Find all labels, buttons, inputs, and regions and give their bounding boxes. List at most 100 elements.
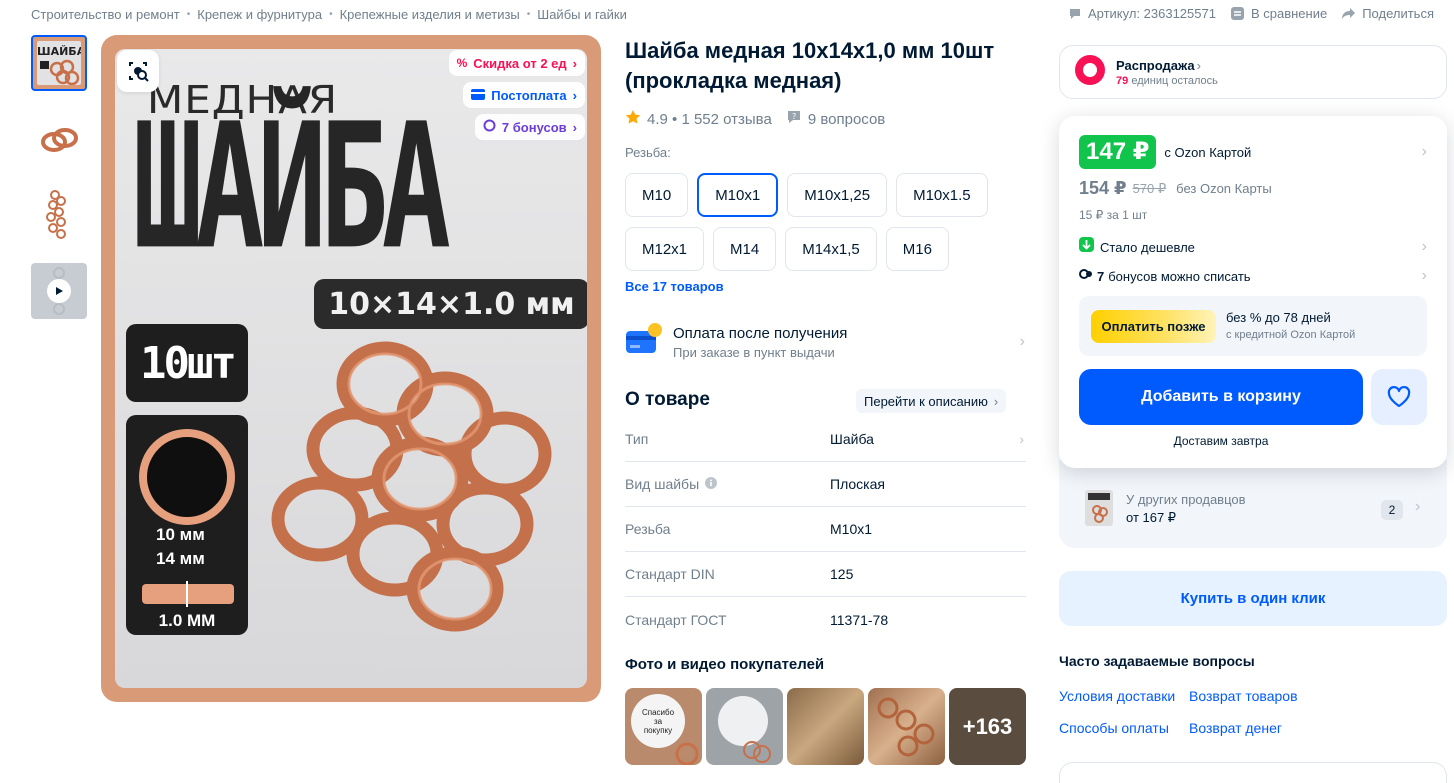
faq-link[interactable]: Способы оплаты xyxy=(1059,720,1189,736)
bonus-row[interactable]: 7 бонусов можно списать › xyxy=(1079,267,1427,285)
property-value: 125 xyxy=(830,566,854,582)
promo-discount-badge[interactable]: % Скидка от 2 ед › xyxy=(448,50,585,76)
property-row: Стандарт DIN 125 xyxy=(625,552,1026,597)
product-image-canvas: МЕДНАЯ ШАЙБА 10×14×1.0 мм 10шт 10 мм 14 … xyxy=(115,49,587,688)
credit-card-icon xyxy=(625,321,663,364)
variant-chip[interactable]: M10x1.5 xyxy=(896,173,988,217)
compare-icon xyxy=(1230,6,1245,21)
info-icon[interactable] xyxy=(705,476,718,492)
variant-chip-selected[interactable]: M10x1 xyxy=(697,173,779,217)
other-sellers-panel[interactable]: У других продавцов от 167 ₽ 2 › xyxy=(1059,460,1447,548)
favorite-button[interactable] xyxy=(1371,369,1427,425)
customer-photo[interactable] xyxy=(706,688,783,765)
price-drop-row[interactable]: Стало дешевле › xyxy=(1079,237,1427,257)
chevron-right-icon: › xyxy=(1415,498,1421,515)
washers-icon xyxy=(40,59,80,85)
breadcrumb-item[interactable]: Крепеж и фурнитура xyxy=(197,7,322,22)
more-photos-tile[interactable]: +163 xyxy=(949,688,1026,765)
rating-row[interactable]: 4.9 • 1 552 отзыва ? 9 вопросов xyxy=(625,109,885,129)
properties-table: Тип Шайба › Вид шайбы Плоская Резьба M10… xyxy=(625,417,1026,642)
chevron-right-icon: › xyxy=(572,55,577,71)
bonus-count: 7 xyxy=(1097,268,1105,284)
pay-later-button[interactable]: Оплатить позже xyxy=(1091,310,1216,343)
questions-link[interactable]: 9 вопросов xyxy=(808,111,885,128)
property-row: Резьба M10x1 xyxy=(625,507,1026,552)
all-items-link[interactable]: Все 17 товаров xyxy=(625,279,724,294)
faq-link[interactable]: Возврат товаров xyxy=(1189,688,1339,704)
top-actions: Артикул: 2363125571 В сравнение Поделить… xyxy=(1068,6,1434,21)
image-search-button[interactable] xyxy=(117,50,159,92)
faq-links: Условия доставки Возврат товаров Способы… xyxy=(1059,688,1339,736)
regular-price: 154 ₽ xyxy=(1079,178,1127,198)
thumbnail-2[interactable] xyxy=(31,111,87,167)
about-heading: О товаре xyxy=(625,389,710,410)
chevron-right-icon: › xyxy=(1421,238,1427,255)
heart-icon xyxy=(1387,386,1411,408)
unit-price: 15 ₽ за 1 шт xyxy=(1079,208,1148,222)
promo-postpay-badge[interactable]: Постоплата › xyxy=(463,82,585,108)
arrow-down-icon xyxy=(1079,237,1094,257)
old-price: 570 ₽ xyxy=(1132,180,1167,196)
dim-inner-label: 10 мм xyxy=(156,525,205,544)
rating-text[interactable]: 4.9 • 1 552 отзыва xyxy=(647,111,772,128)
article-number[interactable]: Артикул: 2363125571 xyxy=(1068,6,1216,21)
breadcrumb-separator: • xyxy=(186,9,191,20)
property-key: Стандарт DIN xyxy=(625,566,715,582)
thumbnail-3[interactable] xyxy=(31,187,87,243)
variant-selector: M10 M10x1 M10x1,25 M10x1.5 M12x1 M14 M14… xyxy=(625,173,1025,271)
faq-link[interactable]: Возврат денег xyxy=(1189,720,1339,736)
share-button[interactable]: Поделиться xyxy=(1341,6,1434,21)
variant-chip[interactable]: M14 xyxy=(713,227,777,271)
variant-chip[interactable]: M12x1 xyxy=(625,227,705,271)
compare-button[interactable]: В сравнение xyxy=(1230,6,1327,21)
pay-later-box[interactable]: Оплатить позже без % до 78 дней с кредит… xyxy=(1079,296,1427,356)
image-count-badge: 10шт xyxy=(126,324,248,402)
customer-photo[interactable] xyxy=(868,688,945,765)
svg-text:?: ? xyxy=(792,112,796,121)
buy-one-click-button[interactable]: Купить в один клик xyxy=(1059,571,1447,626)
breadcrumb-item[interactable]: Крепежные изделия и метизы xyxy=(340,7,520,22)
variant-chip[interactable]: M14x1,5 xyxy=(785,227,877,271)
more-photos-count: +163 xyxy=(962,713,1013,739)
sale-banner[interactable]: Распродажа › 79 единиц осталось xyxy=(1059,45,1447,99)
variant-chip[interactable]: M10x1,25 xyxy=(787,173,888,217)
copper-washers-illustration xyxy=(271,341,552,632)
product-title: Шайба медная 10х14х1,0 мм 10шт (прокладк… xyxy=(625,38,995,93)
property-value: 11371-78 xyxy=(830,611,889,628)
customer-photo[interactable] xyxy=(787,688,864,765)
dim-thick-label: 1.0 ММ xyxy=(158,611,216,630)
other-sellers-price: от 167 ₽ xyxy=(1126,510,1177,525)
main-product-image[interactable]: МЕДНАЯ ШАЙБА 10×14×1.0 мм 10шт 10 мм 14 … xyxy=(101,35,601,702)
customer-photo[interactable]: Спасибо за покупку xyxy=(625,688,702,765)
goto-description-button[interactable]: Перейти к описанию › xyxy=(856,389,1007,413)
questions-icon: ? xyxy=(786,109,802,129)
sale-title: Распродажа xyxy=(1116,57,1195,73)
pay-after-receipt[interactable]: Оплата после получения При заказе в пунк… xyxy=(625,320,1025,364)
price-card: 147 ₽ с Ozon Картой › 154 ₽ 570 ₽ без Oz… xyxy=(1059,116,1447,468)
bottom-card xyxy=(1059,762,1447,783)
price-drop-text: Стало дешевле xyxy=(1100,239,1195,255)
bonus-icon xyxy=(483,119,496,135)
property-key: Тип xyxy=(625,431,649,447)
chevron-right-icon: › xyxy=(572,119,577,135)
washers-icon xyxy=(877,697,935,757)
thumbnail-1[interactable]: ШАЙБА xyxy=(31,35,87,91)
card-price-label: с Ozon Картой xyxy=(1164,144,1252,160)
add-to-cart-button[interactable]: Добавить в корзину xyxy=(1079,369,1363,425)
breadcrumb-item[interactable]: Шайбы и гайки xyxy=(537,7,627,22)
pay-after-title: Оплата после получения xyxy=(673,324,848,342)
breadcrumb-item[interactable]: Строительство и ремонт xyxy=(31,7,180,22)
breadcrumb-separator: • xyxy=(329,9,333,20)
thumbnail-video[interactable] xyxy=(31,263,87,319)
faq-link[interactable]: Условия доставки xyxy=(1059,688,1189,704)
property-key: Резьба xyxy=(625,521,671,537)
breadcrumb: Строительство и ремонт • Крепеж и фурнит… xyxy=(31,7,627,22)
card-price-row[interactable]: 147 ₽ с Ozon Картой › xyxy=(1079,135,1427,169)
chevron-right-icon[interactable]: › xyxy=(1019,431,1024,447)
promo-bonus-badge[interactable]: 7 бонусов › xyxy=(474,114,585,140)
property-row: Вид шайбы Плоская xyxy=(625,462,1026,507)
variant-chip[interactable]: M16 xyxy=(885,227,949,271)
customer-photos-heading: Фото и видео покупателей xyxy=(625,656,825,673)
pay-after-subtitle: При заказе в пункт выдачи xyxy=(673,344,835,360)
variant-chip[interactable]: M10 xyxy=(625,173,689,217)
